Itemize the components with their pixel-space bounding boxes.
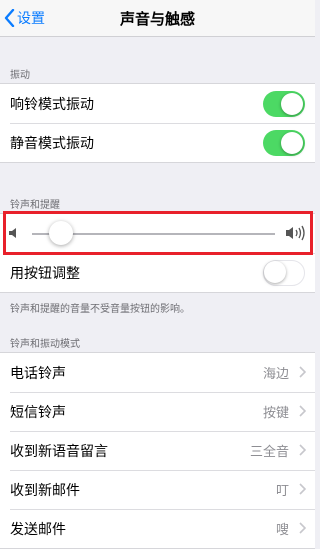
- volume-slider-thumb[interactable]: [49, 221, 74, 245]
- row-value: 叮: [275, 484, 289, 499]
- text-tone-row[interactable]: 短信铃声 按键: [0, 392, 315, 431]
- chevron-right-icon: [299, 522, 306, 534]
- ringtone-row[interactable]: 电话铃声 海边: [0, 353, 315, 392]
- change-with-buttons-row[interactable]: 用按钮调整: [0, 253, 315, 292]
- speaker-low-icon: [9, 228, 16, 238]
- patterns-group: 电话铃声 海边 短信铃声 按键 收到新语音留言 三全音 收到新邮件 叮 发送邮件…: [0, 352, 315, 549]
- row-label: 电话铃声: [10, 365, 66, 382]
- new-voicemail-row[interactable]: 收到新语音留言 三全音: [0, 431, 315, 470]
- vibrate-on-silent-row[interactable]: 静音模式振动: [0, 123, 315, 162]
- change-with-buttons-toggle[interactable]: [263, 259, 305, 286]
- section-header-ringer: 铃声和提醒: [10, 200, 60, 211]
- chevron-right-icon: [299, 444, 306, 456]
- toggle-knob: [281, 92, 303, 115]
- chevron-right-icon: [299, 366, 306, 378]
- row-value: 嗖: [275, 523, 289, 538]
- new-mail-row[interactable]: 收到新邮件 叮: [0, 470, 315, 509]
- row-label: 静音模式振动: [10, 135, 94, 152]
- row-label: 发送邮件: [10, 521, 66, 538]
- row-label: 短信铃声: [10, 404, 66, 421]
- ringer-volume-row: [0, 214, 315, 253]
- chevron-right-icon: [299, 483, 306, 495]
- row-label: 收到新语音留言: [10, 443, 108, 460]
- page-title: 声音与触感: [119, 10, 195, 28]
- section-header-patterns: 铃声和振动模式: [10, 339, 80, 350]
- sent-mail-row[interactable]: 发送邮件 嗖: [0, 509, 315, 548]
- section-header-vibrate: 振动: [10, 70, 30, 81]
- ringer-footer-note: 铃声和提醒的音量不受音量按钮的影响。: [10, 304, 190, 315]
- row-value: 三全音: [249, 445, 289, 460]
- row-value: 海边: [262, 367, 289, 382]
- chevron-right-icon: [299, 405, 306, 417]
- vibrate-on-ring-row[interactable]: 响铃模式振动: [0, 84, 315, 123]
- navigation-bar: 设置 声音与触感: [0, 0, 315, 37]
- row-label: 用按钮调整: [10, 265, 80, 282]
- vibrate-group: 响铃模式振动 静音模式振动: [0, 83, 315, 163]
- toggle-knob: [264, 260, 286, 283]
- toggle-knob: [281, 131, 303, 154]
- vibrate-on-silent-toggle[interactable]: [263, 129, 305, 156]
- row-label: 响铃模式振动: [10, 96, 94, 113]
- speaker-high-icon: [286, 225, 305, 241]
- row-value: 按键: [262, 406, 289, 421]
- vibrate-on-ring-toggle[interactable]: [263, 90, 305, 117]
- ringer-group: 用按钮调整: [0, 213, 315, 293]
- row-label: 收到新邮件: [10, 482, 80, 499]
